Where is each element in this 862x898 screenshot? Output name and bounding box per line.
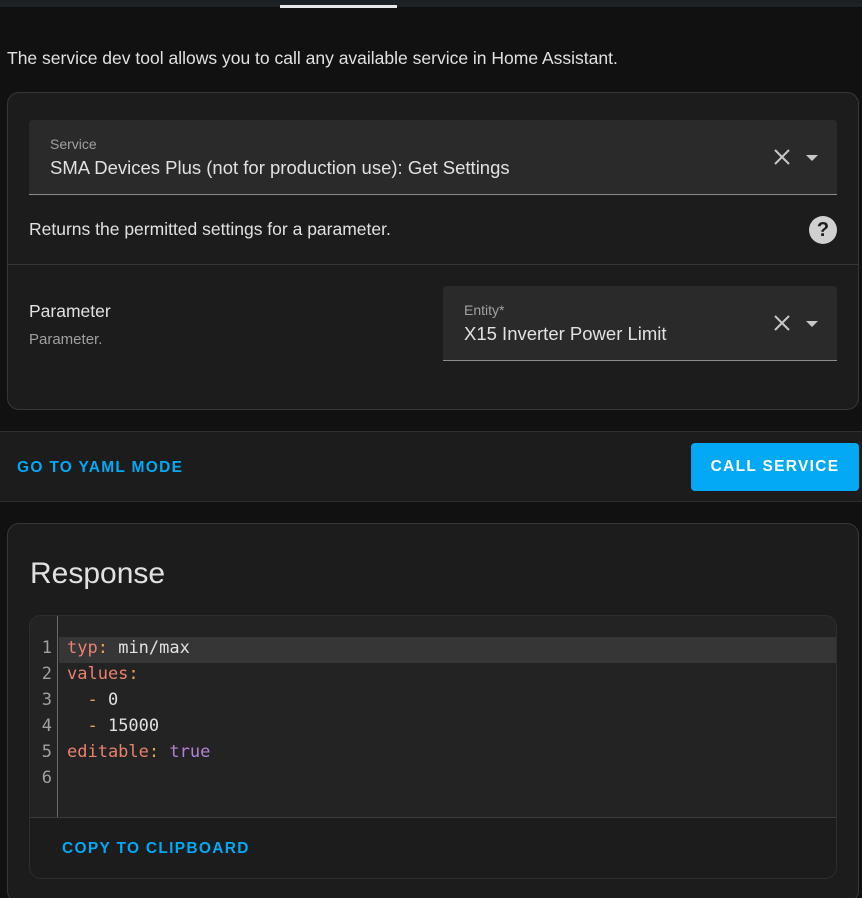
- parameter-name: Parameter: [29, 301, 111, 321]
- response-code-box: 1 2 3 4 5 6 typ: min/max values: - 0 - 1…: [29, 615, 837, 879]
- line-number: 1: [41, 638, 52, 658]
- menu-down-icon[interactable]: [806, 321, 818, 327]
- yaml-dash: -: [67, 690, 98, 710]
- service-field-label: Service: [50, 136, 97, 152]
- yaml-dash: -: [67, 716, 98, 736]
- line-number: 2: [41, 664, 52, 684]
- service-picker[interactable]: Service SMA Devices Plus (not for produc…: [29, 120, 837, 195]
- entity-picker[interactable]: Entity* X15 Inverter Power Limit: [443, 286, 837, 361]
- service-description: Returns the permitted settings for a par…: [29, 219, 391, 239]
- yaml-key: values: [67, 664, 129, 684]
- service-card: Service SMA Devices Plus (not for produc…: [7, 92, 859, 410]
- code-line: - 15000: [67, 716, 159, 736]
- yaml-key: editable: [67, 742, 149, 762]
- yaml-colon: :: [128, 664, 139, 684]
- code-footer: COPY TO CLIPBOARD: [30, 817, 836, 878]
- top-tab-bar: [0, 0, 862, 7]
- line-number: 3: [41, 690, 52, 710]
- active-tab-indicator: [280, 5, 397, 8]
- menu-down-icon[interactable]: [806, 155, 818, 161]
- code-editor[interactable]: 1 2 3 4 5 6 typ: min/max values: - 0 - 1…: [30, 616, 836, 817]
- entity-field-value: X15 Inverter Power Limit: [464, 323, 667, 344]
- yaml-value: min/max: [107, 638, 190, 658]
- yaml-bool-value: true: [159, 742, 211, 762]
- yaml-colon: :: [148, 742, 160, 762]
- code-line: typ: min/max: [67, 638, 190, 658]
- line-number-gutter: 1 2 3 4 5 6: [30, 616, 58, 817]
- yaml-key: typ: [67, 638, 98, 658]
- line-number: 6: [41, 768, 52, 788]
- code-line: - 0: [67, 690, 118, 710]
- parameter-description: Parameter.: [29, 331, 103, 348]
- intro-text: The service dev tool allows you to call …: [7, 48, 618, 68]
- yaml-value: 0: [97, 690, 119, 710]
- response-card: Response 1 2 3 4 5 6 typ: min/max values…: [7, 523, 859, 898]
- section-divider: [8, 264, 858, 265]
- yaml-mode-button[interactable]: GO TO YAML MODE: [17, 459, 183, 477]
- line-number: 4: [41, 716, 52, 736]
- call-service-button[interactable]: CALL SERVICE: [691, 443, 859, 491]
- entity-field-label: Entity*: [464, 302, 505, 318]
- close-icon[interactable]: [773, 314, 791, 332]
- line-number: 5: [41, 742, 52, 762]
- close-icon[interactable]: [773, 148, 791, 166]
- response-title: Response: [30, 557, 166, 590]
- code-line: editable: true: [67, 742, 210, 762]
- action-bar: GO TO YAML MODE CALL SERVICE: [0, 431, 862, 502]
- code-line: values:: [67, 664, 139, 684]
- service-field-value: SMA Devices Plus (not for production use…: [50, 157, 510, 178]
- help-circle-icon[interactable]: ?: [809, 216, 837, 244]
- copy-to-clipboard-button[interactable]: COPY TO CLIPBOARD: [62, 840, 250, 858]
- yaml-value: 15000: [97, 716, 160, 736]
- yaml-colon: :: [97, 638, 108, 658]
